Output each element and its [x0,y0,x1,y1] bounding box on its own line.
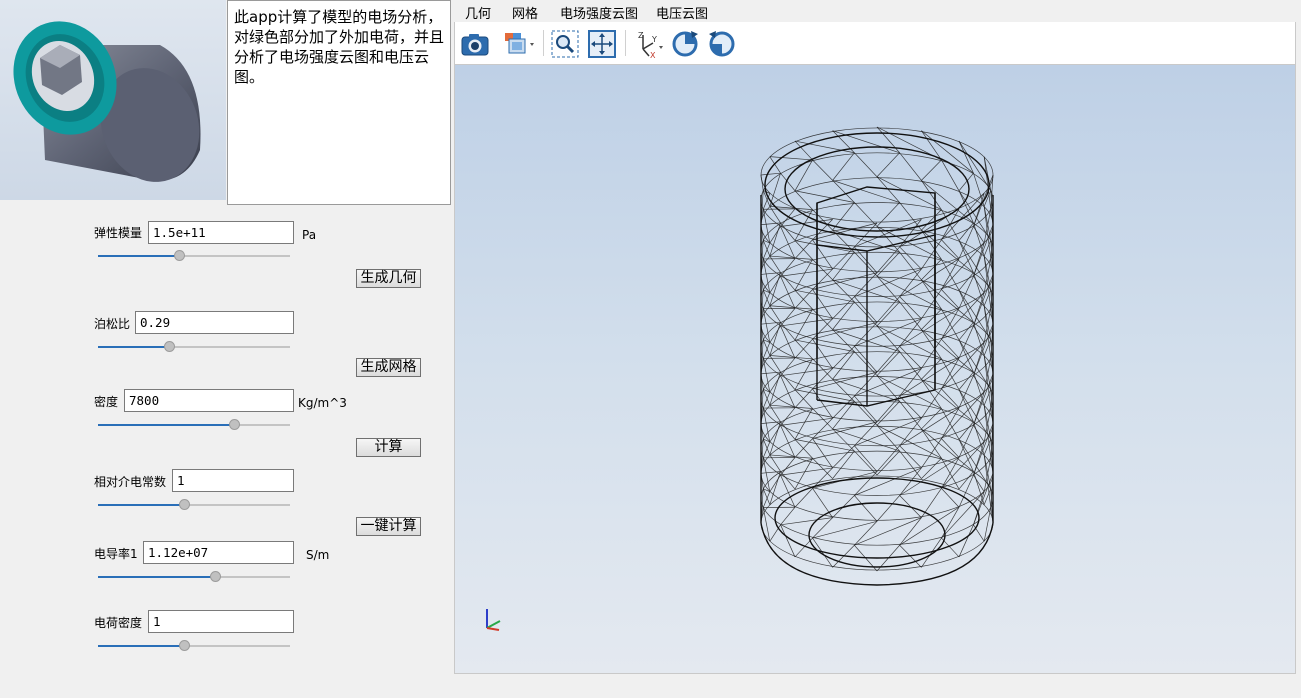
rotate-cw-icon[interactable] [670,29,700,59]
rotate-ccw-icon[interactable] [707,29,737,59]
generate-geometry-button[interactable]: 生成几何 [356,269,421,288]
poisson-input[interactable]: 0.29 [135,311,294,334]
slider-handle[interactable] [179,640,191,651]
density-input[interactable]: 7800 [124,389,294,412]
permittivity-input[interactable]: 1 [172,469,294,492]
compute-button[interactable]: 计算 [356,438,421,457]
svg-text:Y: Y [651,35,657,44]
modulus-label: 弹性模量 [94,226,143,240]
description-box: 此app计算了模型的电场分析，对绿色部分加了外加电荷，并且分析了电场强度云图和电… [227,0,451,205]
permittivity-slider[interactable] [98,498,290,512]
tab-geometry[interactable]: 几何 [465,3,491,22]
slider-handle[interactable] [229,419,241,430]
density-label: 密度 [94,395,119,409]
view-cube-icon[interactable] [503,29,534,59]
viewer-toolbar: Z Y X [454,22,1296,64]
one-click-compute-button[interactable]: 一键计算 [356,517,421,536]
zoom-window-icon[interactable] [550,29,580,59]
slider-handle[interactable] [179,499,191,510]
axis-orientation-icon[interactable]: Z Y X [633,29,667,60]
tab-electric-field[interactable]: 电场强度云图 [560,3,638,22]
camera-icon[interactable] [460,29,490,59]
modulus-input[interactable]: 1.5e+11 [148,221,294,244]
slider-handle[interactable] [210,571,222,582]
tab-voltage[interactable]: 电压云图 [656,3,708,22]
conductivity-input[interactable]: 1.12e+07 [143,541,294,564]
charge-density-input[interactable]: 1 [148,610,294,633]
conductivity-unit: S/m [306,548,330,562]
cylinder-model-image [13,21,201,182]
poisson-slider[interactable] [98,340,290,354]
svg-text:Z: Z [638,31,644,40]
mesh-wireframe [486,126,994,631]
conductivity-slider[interactable] [98,570,290,584]
modulus-slider[interactable] [98,249,290,263]
slider-handle[interactable] [164,341,176,352]
fit-all-icon[interactable] [587,29,617,59]
conductivity-label: 电导率1 [94,547,138,561]
modulus-unit: Pa [302,228,317,242]
description-text: 此app计算了模型的电场分析，对绿色部分加了外加电荷，并且分析了电场强度云图和电… [234,8,445,86]
charge-density-label: 电荷密度 [94,616,143,630]
model-thumbnail [0,0,226,200]
3d-viewport[interactable] [454,64,1296,674]
density-unit: Kg/m^3 [298,396,347,410]
charge-density-slider[interactable] [98,639,290,653]
view-tab-bar: 几何 网格 电场强度云图 电压云图 [454,0,1301,22]
permittivity-label: 相对介电常数 [94,475,167,489]
generate-mesh-button[interactable]: 生成网格 [356,358,421,377]
tab-mesh[interactable]: 网格 [512,3,538,22]
svg-text:X: X [650,51,656,59]
density-slider[interactable] [98,418,290,432]
slider-handle[interactable] [173,250,185,261]
poisson-label: 泊松比 [94,317,131,331]
